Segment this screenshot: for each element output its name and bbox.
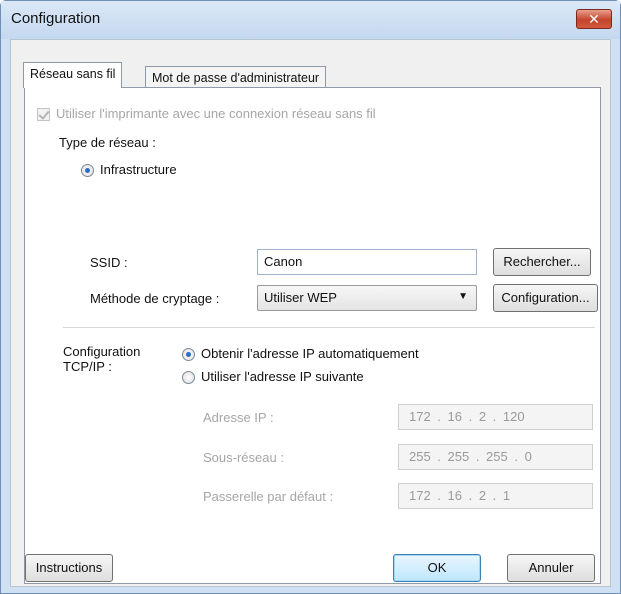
encryption-selected-value: Utiliser WEP — [264, 290, 337, 305]
cancel-button[interactable]: Annuler — [507, 554, 595, 582]
use-wireless-checkbox[interactable] — [37, 108, 50, 121]
title-bar: Configuration ✕ — [1, 1, 620, 39]
ssid-input[interactable]: Canon — [257, 249, 477, 275]
ip-address-label: Adresse IP : — [203, 410, 274, 425]
infrastructure-radio[interactable] — [81, 164, 94, 177]
dialog-client-area: Réseau sans fil Mot de passe d'administr… — [10, 39, 611, 587]
instructions-button[interactable]: Instructions — [25, 554, 113, 582]
auto-ip-radio[interactable] — [182, 348, 195, 361]
configuration-dialog: Configuration ✕ Réseau sans fil Mot de p… — [0, 0, 621, 594]
subnet-label: Sous-réseau : — [203, 450, 284, 465]
encryption-config-button[interactable]: Configuration... — [493, 284, 598, 312]
gateway-label: Passerelle par défaut : — [203, 489, 334, 504]
section-divider — [63, 327, 595, 328]
auto-ip-label: Obtenir l'adresse IP automatiquement — [201, 346, 419, 361]
ssid-label: SSID : — [90, 255, 128, 270]
tcpip-label-line1: Configuration — [63, 344, 141, 359]
encryption-label: Méthode de cryptage : — [90, 291, 220, 306]
manual-ip-radio[interactable] — [182, 371, 195, 384]
close-icon: ✕ — [588, 11, 600, 27]
chevron-down-icon: ▼ — [458, 291, 468, 302]
use-wireless-label: Utiliser l'imprimante avec une connexion… — [56, 106, 376, 121]
close-button[interactable]: ✕ — [576, 9, 612, 29]
ok-button[interactable]: OK — [393, 554, 481, 582]
infrastructure-label: Infrastructure — [100, 162, 177, 177]
ip-address-field[interactable]: 172 . 16 . 2 . 120 — [398, 404, 593, 430]
subnet-field[interactable]: 255 . 255 . 255 . 0 — [398, 444, 593, 470]
window-title: Configuration — [11, 10, 101, 27]
manual-ip-label: Utiliser l'adresse IP suivante — [201, 369, 364, 384]
encryption-select[interactable]: Utiliser WEP ▼ — [257, 285, 477, 311]
tcpip-label-line2: TCP/IP : — [63, 359, 112, 374]
tab-wireless-network[interactable]: Réseau sans fil — [23, 62, 123, 88]
gateway-field[interactable]: 172 . 16 . 2 . 1 — [398, 483, 593, 509]
search-button[interactable]: Rechercher... — [493, 248, 591, 276]
network-type-label: Type de réseau : — [59, 135, 156, 150]
tab-panel-wireless: Utiliser l'imprimante avec une connexion… — [24, 87, 601, 584]
